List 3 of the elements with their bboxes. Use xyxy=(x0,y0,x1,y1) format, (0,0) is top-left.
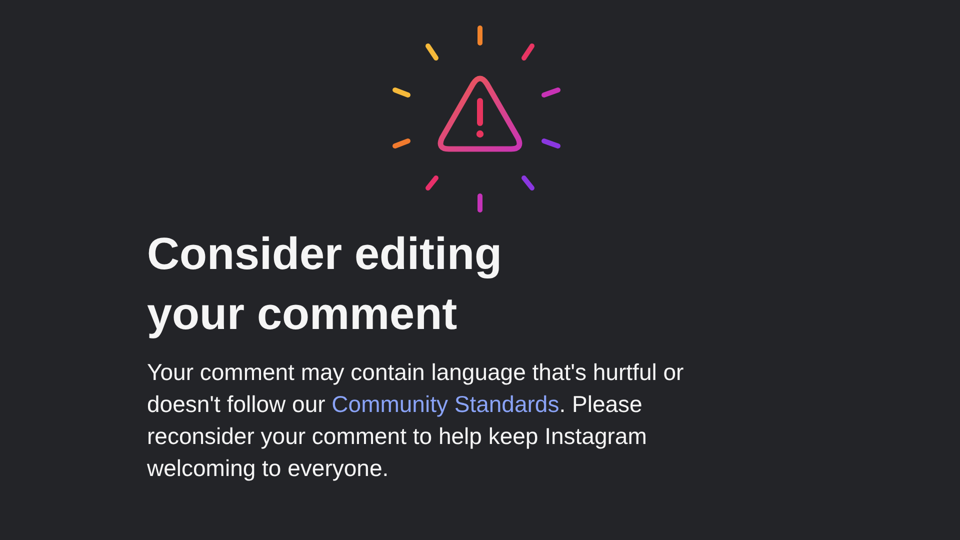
warning-message: Your comment may contain language that's hurtful or doesn't follow our Community Standards. Please reconsider your comment to help keep Instagram welcoming to everyone. xyxy=(147,358,685,483)
community-standards-link[interactable]: Community Standards xyxy=(332,391,560,417)
dialog-title: Consider editing your comment xyxy=(147,227,504,341)
